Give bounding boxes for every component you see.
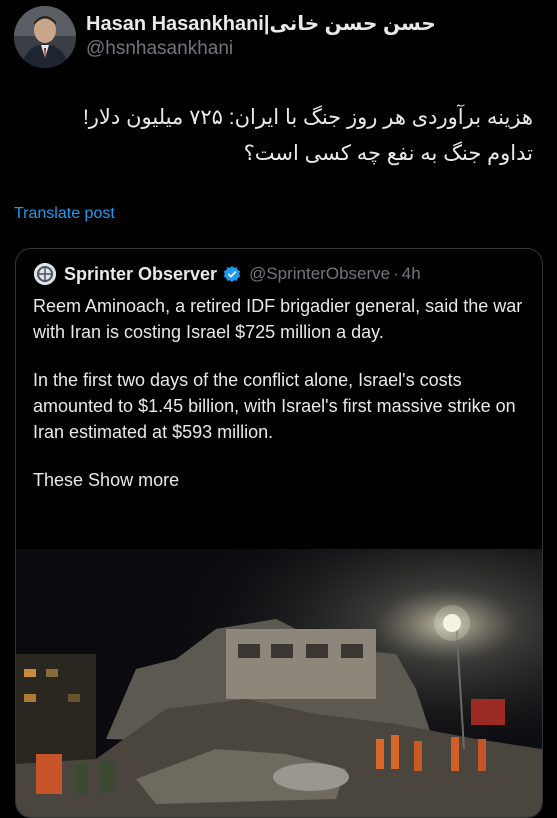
translate-post-link[interactable]: Translate post: [14, 205, 115, 223]
quoted-separator: ·: [393, 264, 399, 283]
quoted-paragraph: Reem Aminoach, a retired IDF brigadier g…: [33, 296, 523, 342]
author-handle[interactable]: @hsnhasankhani: [86, 38, 233, 60]
quoted-timestamp[interactable]: 4h: [402, 264, 421, 284]
quoted-author-handle[interactable]: @SprinterObserve: [249, 264, 390, 284]
verified-badge-icon: [223, 265, 241, 283]
quoted-media-image[interactable]: [16, 549, 542, 817]
post-text: هزینه برآوردی هر روز جنگ با ایران: ۷۲۵ م…: [33, 100, 533, 172]
quoted-tweet-header: Sprinter Observer @SprinterObserve · 4h: [34, 261, 421, 287]
quoted-avatar[interactable]: [34, 263, 56, 285]
post-text-line: هزینه برآوردی هر روز جنگ با ایران: ۷۲۵ م…: [82, 106, 533, 129]
quoted-author-name[interactable]: Sprinter Observer: [64, 264, 217, 285]
quoted-teaser: These: [33, 470, 84, 490]
tweet: Hasan Hasankhani|حسن حسن خانی @hsnhasank…: [0, 0, 557, 818]
author-avatar[interactable]: [14, 6, 76, 68]
quoted-tweet-body: Reem Aminoach, a retired IDF brigadier g…: [33, 293, 533, 493]
quoted-paragraph: In the first two days of the conflict al…: [33, 370, 516, 442]
author-name[interactable]: Hasan Hasankhani|حسن حسن خانی: [86, 11, 436, 36]
show-more-link[interactable]: Show more: [88, 470, 179, 490]
quoted-tweet[interactable]: Sprinter Observer @SprinterObserve · 4h …: [15, 248, 543, 818]
post-text-line: تداوم جنگ به نفع چه کسی است؟: [243, 142, 533, 165]
